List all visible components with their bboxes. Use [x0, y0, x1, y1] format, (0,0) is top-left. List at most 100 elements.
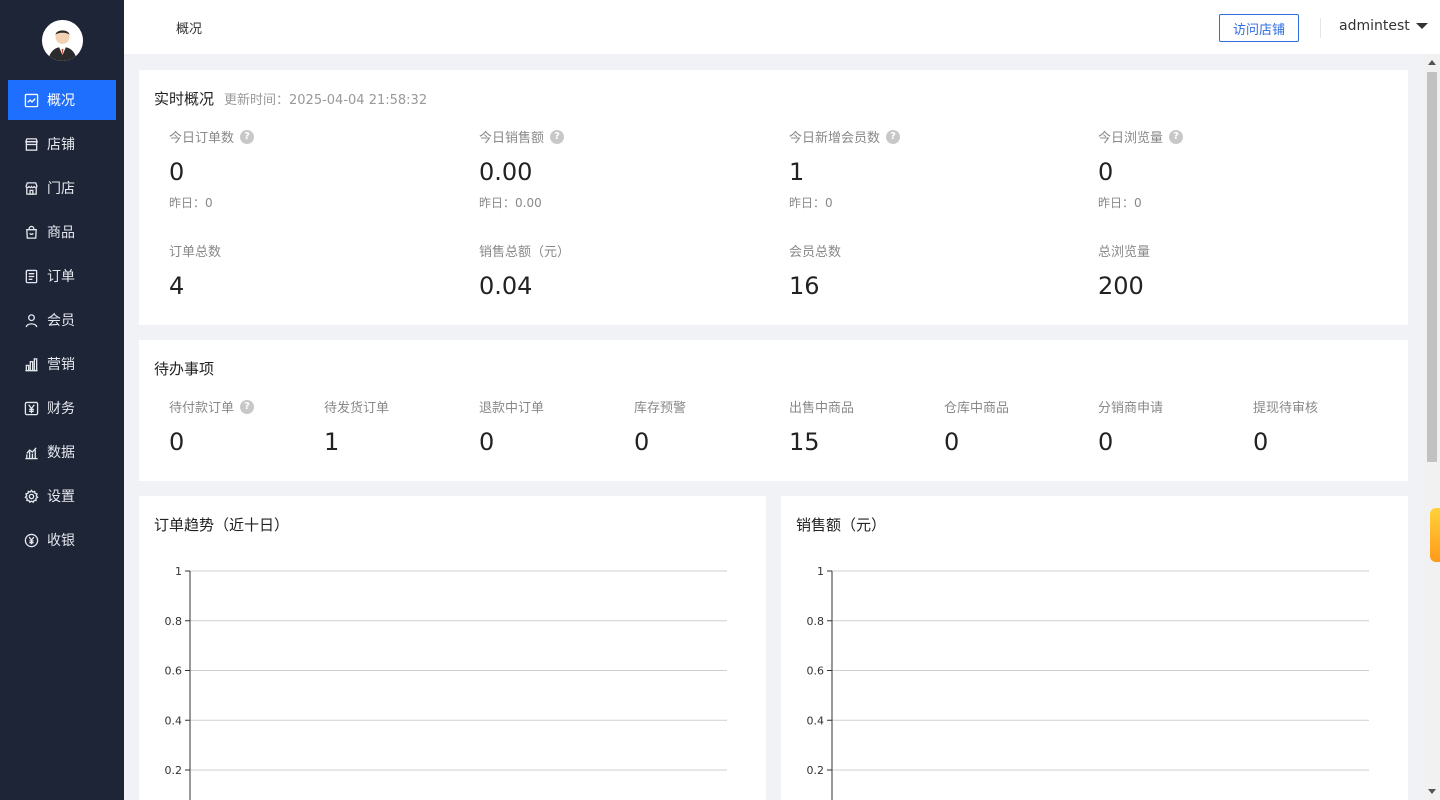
sidebar-item-label: 订单	[47, 269, 75, 285]
help-icon[interactable]: ?	[1169, 129, 1184, 144]
stat-label: 分销商申请	[1098, 401, 1164, 416]
today-views-stat: 今日浏览量? 0 昨日：0	[1098, 127, 1184, 211]
help-icon[interactable]: ?	[550, 129, 565, 144]
avatar[interactable]	[42, 20, 83, 61]
sales-amount-chart: 1 0.8 0.6 0.4 0.2	[807, 565, 1369, 800]
stat-value: 1	[789, 158, 805, 186]
total-orders-stat: 订单总数 4	[169, 241, 221, 300]
sidebar-item-label: 门店	[47, 181, 75, 197]
y-tick-label: 0.8	[165, 615, 183, 628]
sidebar-item-store[interactable]: 门店	[8, 168, 116, 208]
stat-value: 0	[479, 428, 495, 456]
bag-icon	[23, 224, 39, 240]
stat-label: 库存预警	[634, 401, 687, 416]
sidebar-item-orders[interactable]: 订单	[8, 256, 116, 296]
help-icon[interactable]: ?	[886, 129, 901, 144]
help-icon[interactable]: ?	[240, 129, 255, 144]
todo-refund-orders[interactable]: 退款中订单 0	[479, 397, 544, 456]
stat-value: 0	[1098, 158, 1114, 186]
todo-unpaid-orders[interactable]: 待付款订单? 0	[169, 397, 255, 456]
todo-unshipped-orders[interactable]: 待发货订单 1	[324, 397, 389, 456]
help-icon[interactable]: ?	[240, 399, 255, 414]
order-icon	[23, 268, 39, 284]
realtime-overview-card: 实时概况 更新时间：2025-04-04 21:58:32 今日订单数? 0 昨日…	[139, 70, 1408, 325]
sidebar-item-label: 营销	[47, 357, 75, 373]
total-views-stat: 总浏览量 200	[1098, 241, 1150, 300]
scroll-down-icon[interactable]	[1428, 789, 1436, 794]
trend-icon	[23, 92, 39, 108]
breadcrumb: 概况	[176, 22, 203, 37]
bar-icon	[23, 356, 39, 372]
stat-label: 仓库中商品	[944, 401, 1010, 416]
sidebar-item-label: 概况	[47, 93, 75, 109]
stat-value: 1	[324, 428, 340, 456]
stat-yesterday: 昨日：0	[789, 196, 833, 210]
sidebar-item-settings[interactable]: 设置	[8, 476, 116, 516]
stat-yesterday: 昨日：0	[169, 196, 213, 210]
store-icon	[23, 180, 39, 196]
sidebar-item-members[interactable]: 会员	[8, 300, 116, 340]
scrollbar-thumb[interactable]	[1427, 72, 1437, 462]
y-tick-label: 1	[175, 565, 182, 578]
y-tick-label: 0.2	[165, 764, 183, 777]
todo-stock-warning[interactable]: 库存预警 0	[634, 397, 686, 456]
todo-on-sale-goods[interactable]: 出售中商品 15	[789, 397, 854, 456]
y-tick-label: 0.8	[807, 615, 825, 628]
sidebar-item-cashier[interactable]: 收银	[8, 520, 116, 560]
stat-yesterday: 昨日：0.00	[479, 196, 542, 210]
realtime-title: 实时概况 更新时间：2025-04-04 21:58:32	[154, 88, 427, 109]
sidebar-item-label: 会员	[47, 313, 75, 329]
stat-label: 提现待审核	[1253, 401, 1319, 416]
stat-value: 15	[789, 428, 820, 456]
total-members-stat: 会员总数 16	[789, 241, 841, 300]
cashier-icon	[23, 532, 39, 548]
sidebar: 概况 店铺 门店 商品 订单 会员 营销 财务 数据 设置 收银	[0, 0, 124, 800]
shop-icon	[23, 136, 39, 152]
todo-withdraw-review[interactable]: 提现待审核 0	[1253, 397, 1318, 456]
sidebar-item-label: 商品	[47, 225, 75, 241]
y-tick-label: 0.6	[165, 665, 183, 678]
y-tick-label: 0.4	[165, 714, 183, 727]
stat-label: 会员总数	[789, 245, 842, 260]
top-header: 概况 访问店铺 admintest	[124, 0, 1440, 54]
stat-value: 0.00	[479, 158, 533, 186]
stat-label: 今日销售额	[479, 131, 545, 146]
gear-icon	[23, 488, 39, 504]
stat-value: 0	[1098, 428, 1114, 456]
username: admintest	[1339, 18, 1410, 34]
sidebar-item-label: 设置	[47, 489, 75, 505]
sidebar-item-finance[interactable]: 财务	[8, 388, 116, 428]
yuan-icon	[23, 400, 39, 416]
floating-side-tab[interactable]	[1430, 508, 1440, 562]
scroll-up-icon[interactable]	[1428, 60, 1436, 65]
todo-distributor-applications[interactable]: 分销商申请 0	[1098, 397, 1163, 456]
today-orders-stat: 今日订单数? 0 昨日：0	[169, 127, 255, 211]
order-trend-card: 订单趋势（近十日） 1 0.8 0.6 0.4 0.2	[139, 496, 766, 800]
stat-label: 销售总额（元）	[479, 245, 571, 260]
caret-down-icon	[1415, 23, 1428, 29]
stat-value: 0	[169, 158, 185, 186]
sidebar-item-marketing[interactable]: 营销	[8, 344, 116, 384]
visit-store-button[interactable]: 访问店铺	[1219, 14, 1299, 42]
update-time: 更新时间：2025-04-04 21:58:32	[224, 93, 428, 108]
user-menu[interactable]: admintest	[1339, 18, 1428, 34]
sales-amount-card: 销售额（元） 1 0.8 0.6 0.4 0.2	[781, 496, 1408, 800]
stat-value: 0	[944, 428, 960, 456]
todo-warehouse-goods[interactable]: 仓库中商品 0	[944, 397, 1009, 456]
user-icon	[23, 312, 39, 328]
sidebar-item-goods[interactable]: 商品	[8, 212, 116, 252]
stat-label: 今日新增会员数	[789, 131, 881, 146]
header-divider	[1320, 18, 1321, 38]
sidebar-item-overview[interactable]: 概况	[8, 80, 116, 120]
sidebar-item-data[interactable]: 数据	[8, 432, 116, 472]
page-scrollbar[interactable]	[1424, 54, 1440, 800]
sidebar-item-label: 财务	[47, 401, 75, 417]
sidebar-nav: 概况 店铺 门店 商品 订单 会员 营销 财务 数据 设置 收银	[0, 80, 124, 564]
card-title-text: 实时概况	[154, 90, 215, 108]
stat-value: 0.04	[479, 272, 533, 300]
sidebar-item-label: 收银	[47, 533, 75, 549]
data-icon	[23, 444, 39, 460]
sidebar-item-shop[interactable]: 店铺	[8, 124, 116, 164]
stat-value: 16	[789, 272, 820, 300]
sidebar-item-label: 数据	[47, 445, 75, 461]
